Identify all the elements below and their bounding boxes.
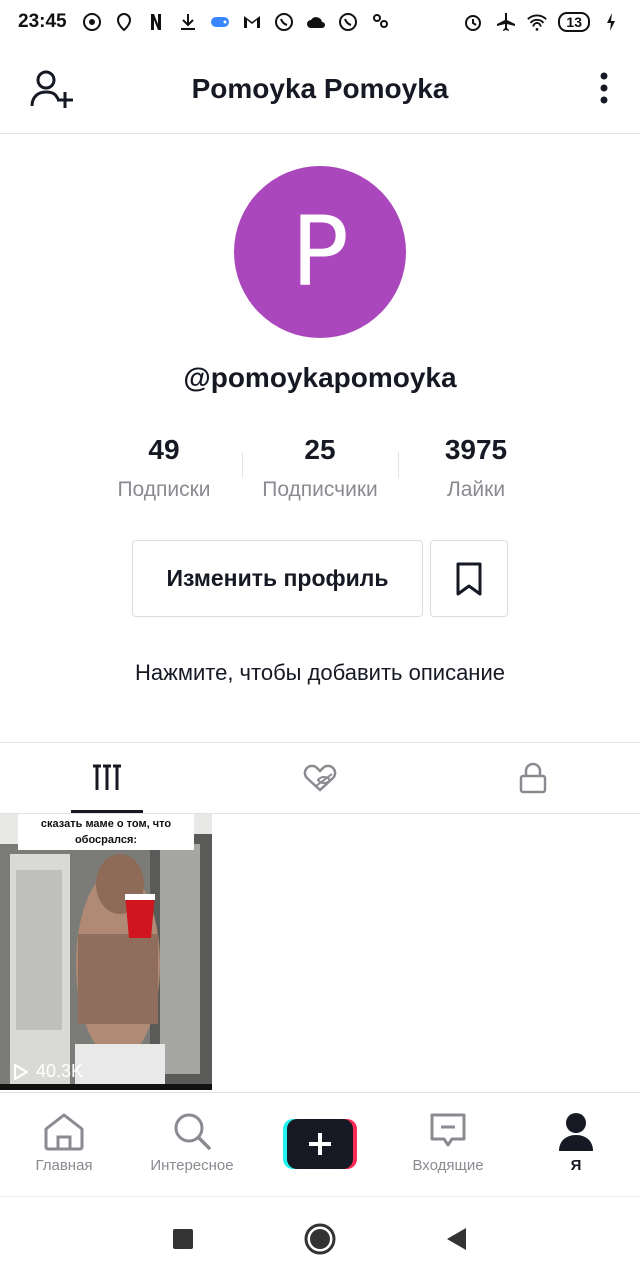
liked-hidden-icon bbox=[303, 764, 337, 792]
tab-liked[interactable] bbox=[213, 743, 426, 813]
following-count: 49 bbox=[148, 434, 180, 465]
profile-header: Pomoyka Pomoyka bbox=[0, 44, 640, 134]
likes-stat[interactable]: 3975 Лайки bbox=[398, 430, 554, 506]
people-icon bbox=[369, 11, 391, 33]
recents-icon[interactable] bbox=[172, 1228, 194, 1250]
system-navigation-bar bbox=[0, 1196, 640, 1280]
profile-stats: 49 Подписки 25 Подписчики 3975 Лайки bbox=[86, 430, 554, 506]
tab-private[interactable] bbox=[427, 743, 640, 813]
following-label: Подписки bbox=[117, 478, 211, 501]
username: @pomoykapomoyka bbox=[183, 362, 457, 393]
lock-icon bbox=[520, 762, 547, 794]
plus-icon bbox=[287, 1119, 353, 1169]
nav-home-label: Главная bbox=[35, 1157, 93, 1174]
avatar[interactable]: P bbox=[234, 166, 406, 338]
page-title: Pomoyka Pomoyka bbox=[191, 72, 449, 104]
stat-divider bbox=[242, 452, 243, 478]
nav-me-label: Я bbox=[570, 1157, 582, 1174]
bookmark-icon bbox=[456, 562, 482, 595]
download-icon bbox=[177, 11, 199, 33]
grid-icon bbox=[92, 764, 121, 790]
alarm-icon bbox=[462, 11, 484, 33]
home-icon bbox=[44, 1113, 84, 1151]
profile-tabs bbox=[0, 742, 640, 814]
edit-profile-button[interactable]: Изменить профиль bbox=[132, 540, 423, 617]
netflix-icon bbox=[145, 11, 167, 33]
battery-indicator: 13 bbox=[558, 12, 590, 32]
inbox-icon bbox=[430, 1113, 466, 1147]
view-count-value: 40.3K bbox=[36, 1061, 84, 1081]
nav-home[interactable]: Главная bbox=[0, 1093, 128, 1194]
bio-placeholder[interactable]: Нажмите, чтобы добавить описание bbox=[0, 660, 640, 686]
following-stat[interactable]: 49 Подписки bbox=[86, 430, 242, 506]
create-video-button[interactable] bbox=[283, 1119, 357, 1169]
nav-inbox-label: Входящие bbox=[412, 1157, 484, 1174]
nav-discover[interactable]: Интересное bbox=[128, 1093, 256, 1194]
play-icon bbox=[14, 1063, 28, 1080]
active-tab-indicator bbox=[71, 810, 143, 813]
viber-icon-2 bbox=[337, 11, 359, 33]
avatar-initial: P bbox=[291, 196, 349, 308]
bottom-navigation: Главная Интересное Входящие Я bbox=[0, 1092, 640, 1194]
wifi-icon bbox=[526, 11, 548, 33]
airplane-icon bbox=[494, 11, 516, 33]
status-time: 23:45 bbox=[18, 11, 67, 32]
followers-stat[interactable]: 25 Подписчики bbox=[242, 430, 398, 506]
nav-inbox[interactable]: Входящие bbox=[384, 1093, 512, 1194]
profile-icon bbox=[559, 1113, 593, 1151]
more-options-button[interactable] bbox=[594, 70, 614, 110]
viber-icon bbox=[273, 11, 295, 33]
tab-videos[interactable] bbox=[0, 743, 213, 813]
view-count: 40.3K bbox=[12, 1061, 83, 1082]
gmail-icon bbox=[241, 11, 263, 33]
nav-create[interactable] bbox=[256, 1093, 384, 1194]
gamepad-icon bbox=[209, 11, 231, 33]
location-icon bbox=[113, 11, 135, 33]
followers-label: Подписчики bbox=[262, 478, 378, 501]
video-thumbnail[interactable]: сказать маме о том, что обосрался: 40.3K bbox=[0, 814, 212, 1090]
status-bar: 23:45 13 bbox=[0, 0, 640, 44]
likes-count: 3975 bbox=[444, 434, 508, 465]
search-icon bbox=[174, 1113, 211, 1150]
stat-divider bbox=[398, 452, 399, 478]
nav-discover-label: Интересное bbox=[150, 1157, 234, 1174]
add-friend-button[interactable] bbox=[28, 68, 78, 112]
charging-icon bbox=[600, 11, 622, 33]
home-button-icon[interactable] bbox=[304, 1223, 336, 1255]
notification-icon bbox=[81, 11, 103, 33]
more-vertical-icon bbox=[600, 72, 608, 104]
video-thumbnail-image bbox=[0, 814, 212, 1090]
cloud-icon bbox=[305, 11, 327, 33]
add-user-icon bbox=[30, 70, 73, 108]
back-icon[interactable] bbox=[446, 1227, 468, 1251]
video-caption: сказать маме о том, что обосрался: bbox=[18, 814, 194, 850]
likes-label: Лайки bbox=[446, 478, 506, 501]
nav-me[interactable]: Я bbox=[512, 1093, 640, 1194]
favorites-button[interactable] bbox=[430, 540, 508, 617]
followers-count: 25 bbox=[304, 434, 336, 465]
